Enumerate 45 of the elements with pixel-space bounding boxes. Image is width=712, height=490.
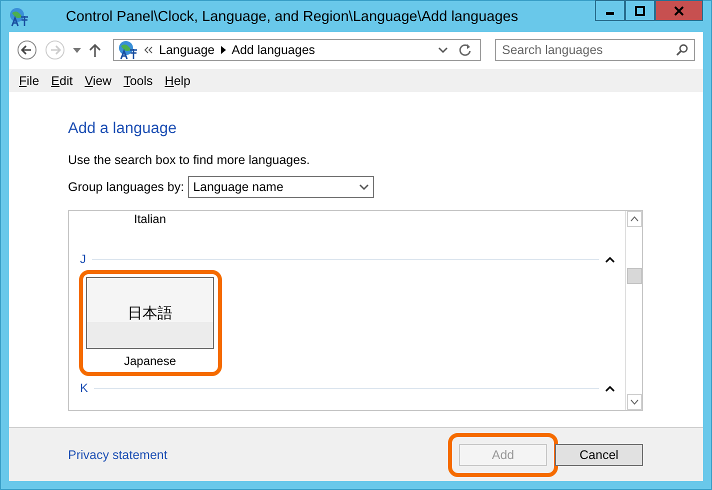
app-icon [9, 6, 29, 26]
menu-item[interactable]: Edit [45, 74, 79, 88]
maximize-button[interactable] [625, 0, 655, 21]
window-title: Control Panel\Clock, Language, and Region\Language\Add languages [64, 8, 520, 24]
breadcrumb-item[interactable]: Language [159, 43, 215, 57]
chevron-up-icon [630, 216, 638, 222]
group-letter[interactable]: J [80, 252, 86, 266]
close-icon [674, 6, 684, 16]
breadcrumb-item[interactable]: Add languages [232, 43, 316, 57]
search-field[interactable]: Search languages [495, 39, 695, 61]
menu-item[interactable]: View [78, 74, 118, 88]
dropdown-caret-icon[interactable] [73, 48, 81, 52]
minimize-icon [606, 12, 614, 15]
back-button[interactable] [17, 40, 37, 60]
scrollbar-thumb[interactable] [626, 268, 642, 284]
up-button[interactable] [89, 43, 101, 57]
collapse-icon[interactable] [605, 384, 615, 392]
refresh-icon[interactable] [458, 43, 472, 57]
page-heading: Add a language [68, 120, 177, 138]
location-icon [118, 40, 138, 60]
menu-item[interactable]: Tools [118, 74, 159, 88]
chevron-down-icon [359, 184, 370, 190]
arrow-icon [220, 46, 226, 54]
group-by-label: Group languages by: [68, 180, 184, 194]
maximize-icon [635, 6, 645, 16]
language-name: Japanese [124, 354, 176, 368]
instruction-text: Use the search box to find more languages. [68, 153, 310, 167]
search-icon[interactable] [676, 44, 688, 56]
group-letter[interactable]: K [80, 381, 88, 395]
chevron-icon [144, 46, 153, 54]
dialog-button[interactable]: Cancel [555, 444, 643, 466]
menu-item[interactable]: File [13, 74, 46, 88]
scroll-down-button[interactable] [626, 394, 642, 410]
scroll-up-button[interactable] [626, 211, 642, 227]
menu-item[interactable]: Help [158, 74, 196, 88]
native-language-name: 日本語 [128, 304, 172, 322]
minimize-button[interactable] [595, 0, 625, 21]
privacy-link[interactable]: Privacy statement [68, 448, 459, 462]
chevron-down-icon[interactable] [438, 46, 448, 54]
collapse-icon[interactable] [605, 256, 615, 262]
language-name[interactable]: Italian [134, 212, 615, 226]
close-button[interactable] [655, 0, 703, 21]
group-by-dropdown[interactable]: Language name [188, 176, 374, 198]
address-bar[interactable]: Language Add languages [113, 39, 481, 61]
chevron-down-icon [630, 399, 638, 405]
